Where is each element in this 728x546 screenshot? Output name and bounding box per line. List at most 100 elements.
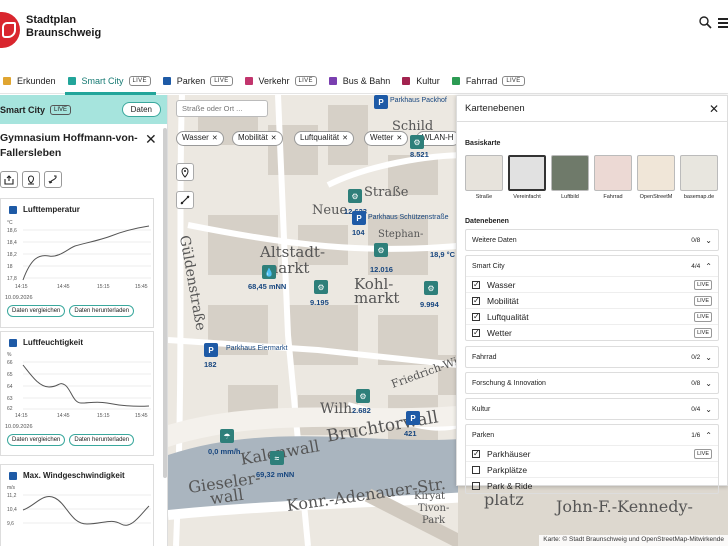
marker-value: 12.016 <box>370 265 393 274</box>
basemap-fahrrad[interactable]: Fahrrad <box>594 155 632 200</box>
basemap-strasse[interactable]: Straße <box>465 155 503 200</box>
x-tick: 14:45 <box>57 284 70 290</box>
map-search-input[interactable]: Straße oder Ort ... <box>176 100 268 117</box>
layer-row-wetter[interactable]: ✓ Wetter LIVE <box>466 324 718 340</box>
live-badge: LIVE <box>694 327 712 338</box>
y-tick: 18 <box>7 264 13 270</box>
app-header: Stadtplan Braunschweig <box>0 0 728 68</box>
download-data-button[interactable]: Daten herunterladen <box>69 434 135 446</box>
water-level-marker[interactable]: ≈ <box>270 451 284 465</box>
share-icon[interactable] <box>0 171 18 188</box>
checkbox-unchecked-icon[interactable] <box>472 481 480 490</box>
city-logo-icon[interactable] <box>0 12 20 48</box>
layer-group-parken: Parken 1/6 ⌃ ✓ Parkhäuser LIVE Parkplätze Pa… <box>465 424 719 494</box>
layer-group-header[interactable]: Parken 1/6 ⌃ <box>466 425 718 445</box>
poi-title: Gymnasium Hoffmann-von-Fallersleben <box>0 132 138 159</box>
layer-row-parkhaeuser[interactable]: ✓ Parkhäuser LIVE <box>466 445 718 461</box>
street-label: Park <box>422 515 446 526</box>
chart-card-temperature: Lufttemperatur °C 18,6 18,4 18,2 18 17,8… <box>0 198 154 328</box>
live-badge: LIVE <box>694 279 712 290</box>
layer-row-wasser[interactable]: ✓ Wasser LIVE <box>466 276 718 292</box>
y-tick: 18,4 <box>7 240 17 246</box>
search-icon[interactable] <box>699 16 712 29</box>
x-tick: 15:15 <box>97 413 110 419</box>
remove-chip-icon[interactable]: ✕ <box>212 135 218 142</box>
filter-chip-luftqualitaet[interactable]: Luftqualität ✕ <box>294 131 355 146</box>
close-icon[interactable]: ✕ <box>145 131 157 148</box>
tab-parken[interactable]: Parken LIVE <box>160 68 242 94</box>
remove-chip-icon[interactable]: ✕ <box>271 135 277 142</box>
checkbox-checked-icon[interactable]: ✓ <box>472 328 480 337</box>
panel-scrollbar[interactable] <box>163 128 167 478</box>
measure-route-button[interactable] <box>176 191 194 209</box>
checkbox-unchecked-icon[interactable] <box>472 465 480 474</box>
tab-bus-bahn[interactable]: Bus & Bahn <box>326 68 400 94</box>
close-icon[interactable]: ✕ <box>709 102 719 116</box>
filter-chip-wetter[interactable]: Wetter ✕ <box>364 131 409 146</box>
route-icon[interactable] <box>44 171 62 188</box>
parking-marker[interactable]: P <box>352 211 366 225</box>
locate-me-button[interactable] <box>176 163 194 181</box>
parking-marker[interactable]: P <box>406 411 420 425</box>
detail-panel: Smart City LIVE Daten Gymnasium Hoffmann… <box>0 95 168 546</box>
layer-row-parkplaetze[interactable]: Parkplätze <box>466 461 718 477</box>
checkbox-checked-icon[interactable]: ✓ <box>472 280 480 289</box>
location-icon[interactable] <box>22 171 40 188</box>
remove-chip-icon[interactable]: ✕ <box>396 135 402 142</box>
tab-smart-city[interactable]: Smart City LIVE <box>64 68 160 95</box>
weather-marker[interactable]: ☂ <box>220 429 234 443</box>
y-tick: 17,8 <box>7 276 17 282</box>
layer-group-header[interactable]: Weitere Daten 0/8 ⌄ <box>466 230 718 250</box>
chevron-down-icon: ⌄ <box>705 352 712 362</box>
basemap-openstreetmap[interactable]: OpenStreetM <box>637 155 675 200</box>
menu-icon[interactable] <box>718 18 728 28</box>
daten-button[interactable]: Daten <box>121 102 161 117</box>
x-tick: 14:15 <box>15 413 28 419</box>
parking-label: Parkhaus Packhof <box>390 97 447 104</box>
filter-chip-mobilitaet[interactable]: Mobilität ✕ <box>232 131 283 146</box>
tab-erkunden[interactable]: Erkunden <box>0 68 65 94</box>
basemap-luftbild[interactable]: Luftbild <box>551 155 589 200</box>
remove-chip-icon[interactable]: ✕ <box>342 135 348 142</box>
parking-label: Parkhaus Schützenstraße <box>368 214 449 221</box>
y-tick: 65 <box>7 372 13 378</box>
tab-kultur[interactable]: Kultur <box>399 68 449 94</box>
layer-row-park-ride[interactable]: Park & Ride <box>466 477 718 493</box>
compare-data-button[interactable]: Daten vergleichen <box>7 434 66 446</box>
checkbox-checked-icon[interactable]: ✓ <box>472 296 480 305</box>
parking-label: Parkhaus Eiermarkt <box>226 345 288 352</box>
water-marker[interactable]: 💧 <box>262 265 276 279</box>
chevron-down-icon: ⌄ <box>705 378 712 388</box>
checkbox-checked-icon[interactable]: ✓ <box>472 449 480 458</box>
mobility-marker[interactable]: ⚙ <box>410 135 424 149</box>
layer-group-header[interactable]: Smart City 4/4 ⌃ <box>466 256 718 276</box>
brand-title[interactable]: Stadtplan Braunschweig <box>26 14 101 40</box>
marker-value: 182 <box>204 360 217 369</box>
street-label: Neue <box>312 203 348 218</box>
parking-marker[interactable]: P <box>374 95 388 109</box>
mobility-marker[interactable]: ⚙ <box>348 189 362 203</box>
checkbox-checked-icon[interactable]: ✓ <box>472 312 480 321</box>
layer-group-header[interactable]: Kultur 0/4 ⌄ <box>466 399 718 419</box>
basemap-basemap-de[interactable]: basemap.de <box>680 155 718 200</box>
chart-card-title: Max. Windgeschwindigkeit <box>23 471 125 480</box>
parking-marker[interactable]: P <box>204 343 218 357</box>
compare-data-button[interactable]: Daten vergleichen <box>7 305 66 317</box>
layer-group-header[interactable]: Forschung & Innovation 0/8 ⌄ <box>466 373 718 393</box>
layer-row-mobilitaet[interactable]: ✓ Mobilität LIVE <box>466 292 718 308</box>
layer-group-header[interactable]: Fahrrad 0/2 ⌄ <box>466 347 718 367</box>
basemap-vereinfacht[interactable]: Vereinfacht <box>508 155 546 200</box>
chart-unit: m/s <box>7 485 16 491</box>
live-badge: LIVE <box>50 104 72 115</box>
download-data-button[interactable]: Daten herunterladen <box>69 305 135 317</box>
tab-verkehr[interactable]: Verkehr LIVE <box>242 68 326 94</box>
tab-fahrrad[interactable]: Fahrrad LIVE <box>449 68 534 94</box>
map-attribution[interactable]: Karte: © Stadt Braunschweig und OpenStre… <box>539 535 728 546</box>
mobility-marker[interactable]: ⚙ <box>314 280 328 294</box>
filter-chip-wasser[interactable]: Wasser ✕ <box>176 131 224 146</box>
mobility-marker[interactable]: ⚙ <box>424 281 438 295</box>
mobility-marker[interactable]: ⚙ <box>374 243 388 257</box>
mobility-marker[interactable]: ⚙ <box>356 389 370 403</box>
layer-row-luftqualitaet[interactable]: ✓ Luftqualität LIVE <box>466 308 718 324</box>
layer-group-smart-city: Smart City 4/4 ⌃ ✓ Wasser LIVE ✓ Mobilität LIV… <box>465 255 719 341</box>
